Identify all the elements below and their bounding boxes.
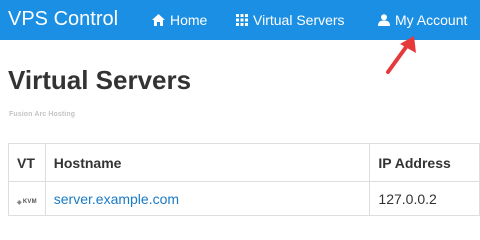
kvm-badge: ◆ KVM — [17, 199, 37, 206]
servers-table: VT Hostname IP Address ◆ KVM server.examp… — [8, 143, 480, 216]
column-header-ip-address[interactable]: IP Address — [369, 143, 480, 182]
kvm-label: KVM — [22, 199, 37, 205]
nav-home-label: Home — [170, 12, 208, 28]
nav-virtual-servers[interactable]: Virtual Servers — [236, 11, 345, 29]
brand-title[interactable]: VPS Control — [8, 7, 118, 31]
hostname-cell: server.example.com — [44, 181, 371, 216]
table-row: ◆ KVM server.example.com 127.0.0.2 — [8, 181, 480, 216]
page-title: Virtual Servers — [8, 65, 192, 95]
annotation-arrow-icon — [386, 36, 416, 74]
kvm-logo-icon: ◆ — [17, 199, 22, 206]
home-icon — [152, 14, 165, 26]
nav-virtual-servers-label: Virtual Servers — [253, 12, 345, 28]
nav-home[interactable]: Home — [152, 11, 207, 29]
nav-my-account-label: My Account — [395, 12, 468, 28]
nav-my-account[interactable]: My Account — [378, 11, 467, 29]
column-header-vt[interactable]: VT — [8, 143, 46, 182]
table-header-row: VT Hostname IP Address — [8, 143, 480, 182]
hostname-link[interactable]: server.example.com — [54, 191, 179, 207]
grid-icon — [236, 14, 248, 26]
vt-cell: ◆ KVM — [8, 181, 46, 216]
column-header-hostname[interactable]: Hostname — [44, 143, 371, 182]
watermark-logo: Fusion Arc Hosting — [9, 111, 76, 118]
ip-address-cell: 127.0.0.2 — [369, 181, 480, 216]
user-icon — [378, 14, 390, 26]
